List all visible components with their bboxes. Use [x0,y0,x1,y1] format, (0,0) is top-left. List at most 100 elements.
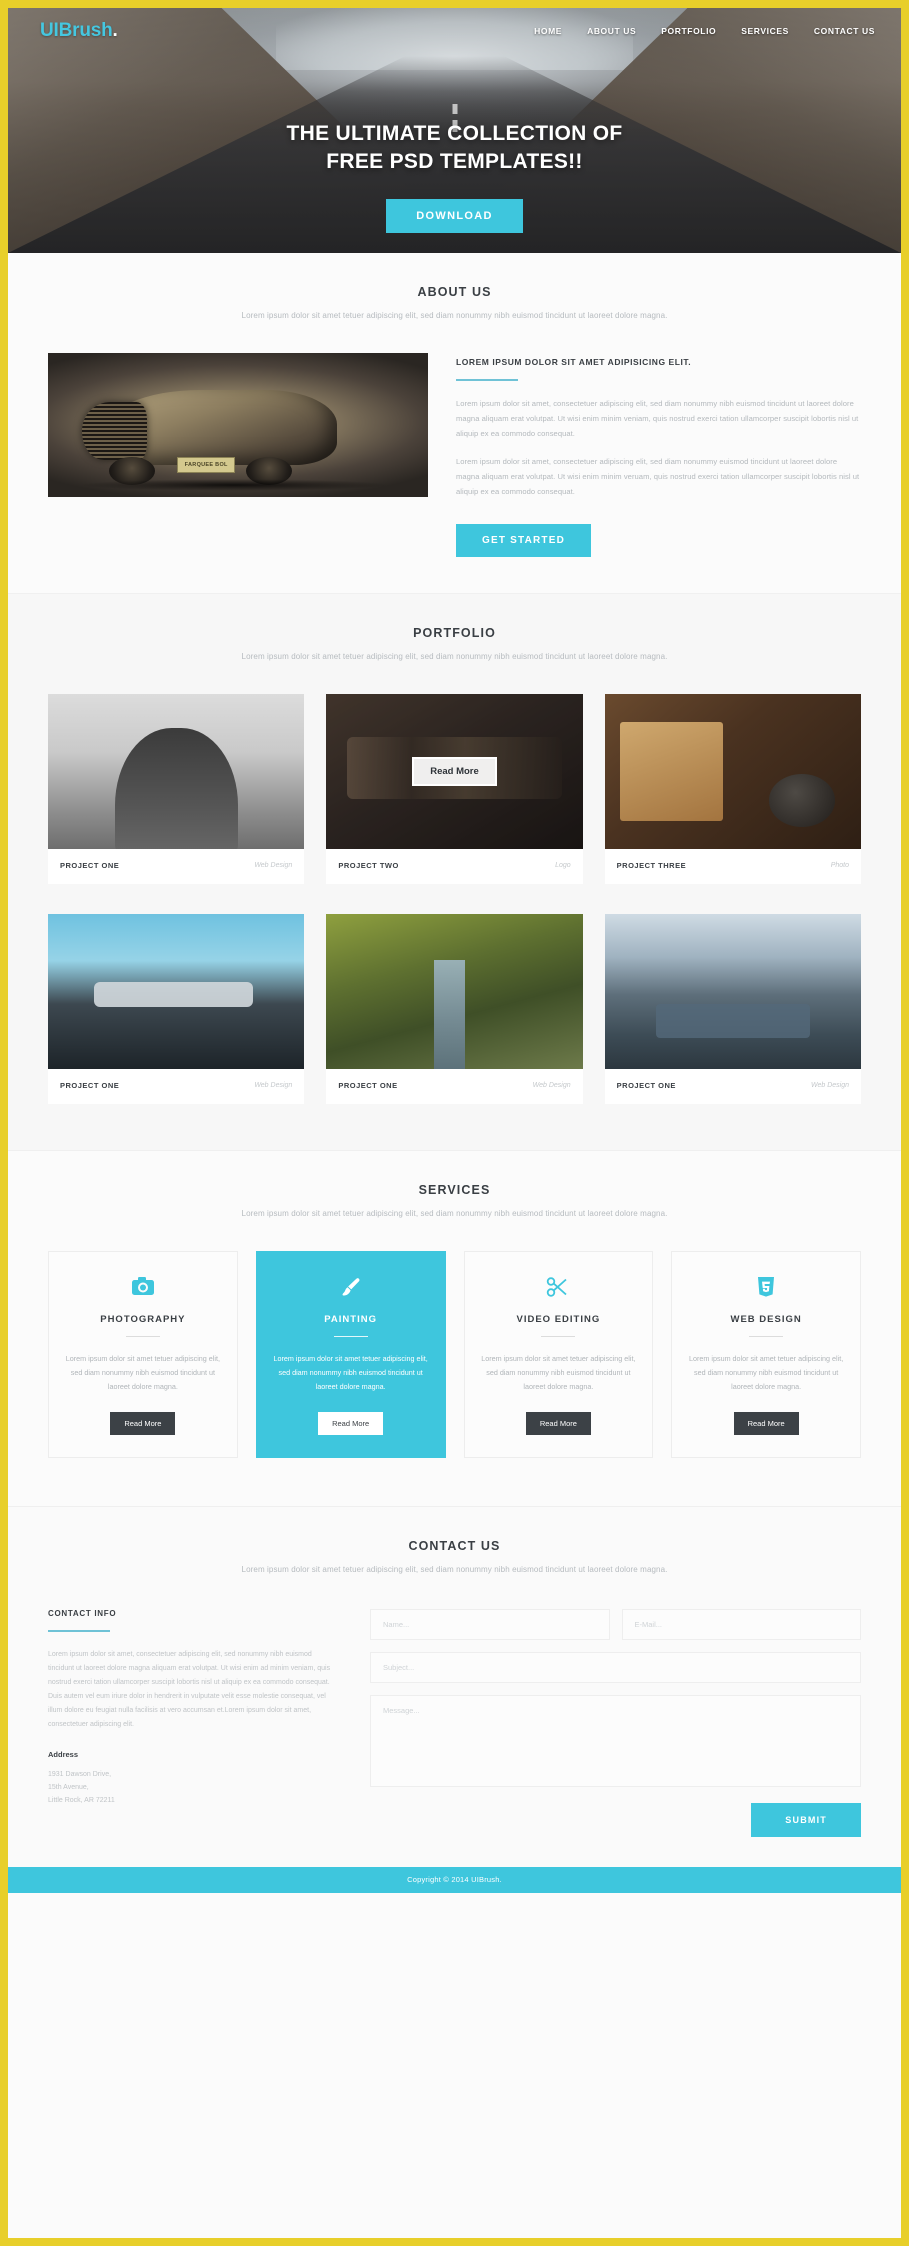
service-description: Lorem ipsum dolor sit amet tetuer adipis… [65,1353,220,1391]
portfolio-card[interactable]: PROJECT THREE Photo [604,693,861,884]
hero-headline-line-2: FREE PSD TEMPLATES!! [326,150,583,174]
portfolio-item-name: PROJECT ONE [338,1080,398,1090]
contact-info-underline [48,1629,110,1632]
contact-subtitle: Lorem ipsum dolor sit amet tetuer adipis… [241,1564,668,1574]
service-read-more-button[interactable]: Read More [733,1411,799,1435]
service-description: Lorem ipsum dolor sit amet tetuer adipis… [481,1353,636,1391]
nav-item-contact-us[interactable]: CONTACT US [814,26,875,36]
nav-item-services[interactable]: SERVICES [741,26,789,36]
page-root: UIBrush. HOME ABOUT US PORTFOLIO SERVICE… [8,8,901,2238]
portfolio-item-tag: Web Design [254,1081,293,1089]
camera-icon [65,1276,221,1302]
hero-headline: THE ULTIMATE COLLECTION OF FREE PSD TEMP… [8,120,901,177]
portfolio-item-tag: Photo [830,861,849,869]
submit-button[interactable]: SUBMIT [751,1802,861,1837]
html5-icon [688,1276,844,1302]
get-started-button[interactable]: GET STARTED [456,523,592,557]
address-line-2: 15th Avenue, [48,1784,89,1792]
service-read-more-button[interactable]: Read More [110,1411,176,1435]
portfolio-card[interactable]: PROJECT ONE Web Design [48,913,305,1104]
services-grid: PHOTOGRAPHY Lorem ipsum dolor sit amet t… [48,1250,861,1458]
about-subtitle: Lorem ipsum dolor sit amet tetuer adipis… [241,311,668,320]
portfolio-card[interactable]: Read More PROJECT TWO Logo [326,693,583,884]
service-name: VIDEO EDITING [516,1313,601,1325]
top-navigation-bar: UIBrush. HOME ABOUT US PORTFOLIO SERVICE… [8,8,901,54]
portfolio-card-footer: PROJECT TWO Logo [326,849,582,884]
service-name: PAINTING [324,1313,377,1325]
name-input[interactable] [370,1608,610,1640]
address-line-1: 1931 Dawson Drive, [48,1770,112,1778]
portfolio-card-footer: PROJECT ONE Web Design [48,849,304,884]
portfolio-thumbnail[interactable] [326,913,583,1069]
service-card-web-design[interactable]: WEB DESIGN Lorem ipsum dolor sit amet te… [671,1250,861,1458]
service-description: Lorem ipsum dolor sit amet tetuer adipis… [689,1353,844,1391]
portfolio-grid-row-1: PROJECT ONE Web Design Read More PROJECT… [48,693,861,884]
service-card-video-editing[interactable]: VIDEO EDITING Lorem ipsum dolor sit amet… [463,1250,654,1458]
address-line-3: Little Rock, AR 72211 [48,1797,115,1805]
service-name: WEB DESIGN [730,1313,802,1325]
portfolio-thumbnail[interactable] [48,913,305,1069]
car-ground-shadow [78,479,390,492]
portfolio-title: PORTFOLIO [413,625,496,640]
portfolio-subtitle: Lorem ipsum dolor sit amet tetuer adipis… [241,651,668,661]
portfolio-item-name: PROJECT ONE [60,860,120,870]
nav-item-home[interactable]: HOME [534,26,562,36]
nav-item-portfolio[interactable]: PORTFOLIO [661,26,716,36]
services-title: SERVICES [418,1182,491,1197]
download-button[interactable]: DOWNLOAD [386,198,523,233]
scissors-icon [481,1276,637,1302]
copyright-text: Copyright © 2014 UIBrush. [407,1875,502,1885]
services-section: SERVICES Lorem ipsum dolor sit amet tetu… [8,1149,901,1506]
portfolio-card[interactable]: PROJECT ONE Web Design [326,913,583,1104]
about-text-column: LOREM IPSUM DOLOR SIT AMET ADIPISICING E… [456,353,861,557]
nav-item-about-us[interactable]: ABOUT US [587,26,636,36]
nav-links: HOME ABOUT US PORTFOLIO SERVICES CONTACT… [534,26,875,36]
portfolio-item-name: PROJECT ONE [616,1080,676,1090]
address-block: 1931 Dawson Drive, 15th Avenue, Little R… [48,1768,336,1808]
service-card-painting[interactable]: PAINTING Lorem ipsum dolor sit amet tetu… [255,1250,446,1458]
portfolio-read-more-button[interactable]: Read More [412,756,497,786]
service-read-more-button[interactable]: Read More [525,1411,591,1435]
site-logo[interactable]: UIBrush. [40,20,118,42]
site-footer: Copyright © 2014 UIBrush. [8,1866,901,1893]
portfolio-item-name: PROJECT TWO [338,860,399,870]
about-title: ABOUT US [417,285,492,299]
message-textarea[interactable] [370,1694,861,1787]
about-content-row: FARQUEE BOL LOREM IPSUM DOLOR SIT AMET A… [48,353,861,557]
subject-input[interactable] [370,1651,861,1683]
about-car-image: FARQUEE BOL [48,353,428,497]
portfolio-item-name: PROJECT THREE [616,860,687,870]
hero-content: THE ULTIMATE COLLECTION OF FREE PSD TEMP… [8,120,901,233]
portfolio-item-tag: Web Design [254,861,293,869]
service-read-more-button[interactable]: Read More [318,1411,384,1435]
contact-form: SUBMIT [370,1608,861,1837]
service-card-photography[interactable]: PHOTOGRAPHY Lorem ipsum dolor sit amet t… [48,1250,238,1458]
portfolio-item-tag: Web Design [532,1081,571,1089]
paintbrush-icon [273,1276,429,1302]
name-email-row [370,1608,861,1640]
portfolio-thumbnail[interactable] [604,693,861,849]
email-input[interactable] [621,1608,861,1640]
hero-banner: UIBrush. HOME ABOUT US PORTFOLIO SERVICE… [8,8,901,253]
service-divider [125,1335,160,1337]
about-header: ABOUT US Lorem ipsum dolor sit amet tetu… [8,253,901,323]
service-divider [333,1335,368,1337]
service-divider [541,1335,576,1337]
about-heading: LOREM IPSUM DOLOR SIT AMET ADIPISICING E… [456,357,692,367]
portfolio-card[interactable]: PROJECT ONE Web Design [604,913,861,1104]
portfolio-item-name: PROJECT ONE [60,1080,120,1090]
address-heading: Address [48,1749,79,1759]
car-grill-shape [82,401,147,460]
contact-header: CONTACT US Lorem ipsum dolor sit amet te… [8,1507,901,1577]
portfolio-thumbnail[interactable] [604,913,861,1069]
services-subtitle: Lorem ipsum dolor sit amet tetuer adipis… [241,1208,668,1218]
portfolio-thumbnail[interactable]: Read More [326,693,583,849]
portfolio-card[interactable]: PROJECT ONE Web Design [48,693,305,884]
contact-title: CONTACT US [408,1538,501,1553]
car-license-plate: FARQUEE BOL [177,456,236,473]
contact-section: CONTACT US Lorem ipsum dolor sit amet te… [8,1505,901,1867]
portfolio-thumbnail[interactable] [48,693,305,849]
subject-row [370,1651,861,1683]
site-logo-dot: . [112,20,118,41]
portfolio-item-tag: Logo [555,861,571,869]
